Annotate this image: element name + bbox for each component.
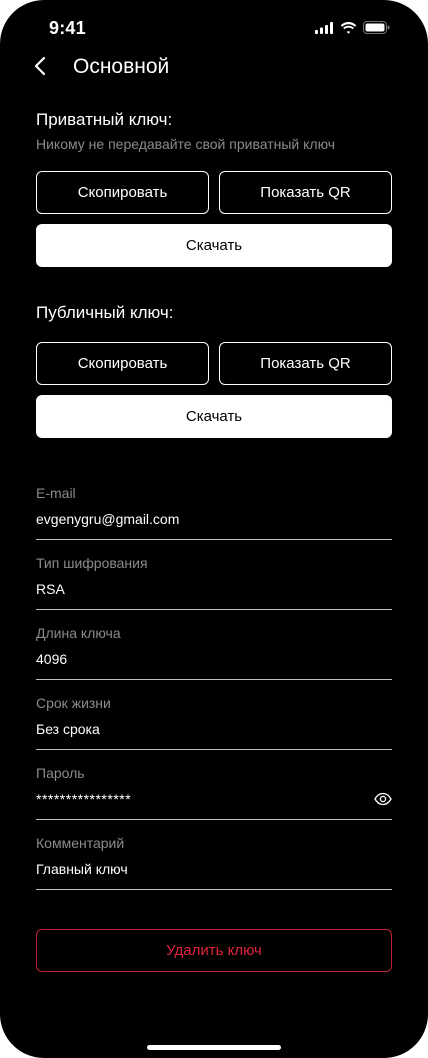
email-field[interactable]: E-mail evgenygru@gmail.com xyxy=(36,485,392,540)
private-copy-label: Скопировать xyxy=(77,184,168,201)
comment-field[interactable]: Комментарий Главный ключ xyxy=(36,835,392,890)
cellular-signal-icon xyxy=(315,21,334,34)
public-copy-button[interactable]: Скопировать xyxy=(36,342,209,385)
header: Основной xyxy=(0,50,428,86)
key-length-field[interactable]: Длина ключа 4096 xyxy=(36,625,392,680)
encryption-type-label: Тип шифрования xyxy=(36,555,148,571)
public-show-qr-button[interactable]: Показать QR xyxy=(219,342,392,385)
eye-icon[interactable] xyxy=(374,792,392,806)
home-indicator[interactable] xyxy=(147,1045,281,1050)
encryption-type-field[interactable]: Тип шифрования RSA xyxy=(36,555,392,610)
private-download-button[interactable]: Скачать xyxy=(36,224,392,267)
comment-value: Главный ключ xyxy=(36,861,128,877)
page-title: Основной xyxy=(73,55,170,78)
phone-screen: 9:41 Основной Приватный ключ: Никому не … xyxy=(0,0,428,1058)
email-value: evgenygru@gmail.com xyxy=(36,511,180,527)
private-copy-button[interactable]: Скопировать xyxy=(36,171,209,214)
lifetime-value: Без срока xyxy=(36,721,100,737)
delete-key-label: Удалить ключ xyxy=(166,942,262,959)
password-value: **************** xyxy=(36,791,132,807)
wifi-icon xyxy=(340,21,357,34)
public-show-qr-label: Показать QR xyxy=(260,355,351,372)
public-download-label: Скачать xyxy=(185,408,243,425)
private-show-qr-button[interactable]: Показать QR xyxy=(219,171,392,214)
delete-key-button[interactable]: Удалить ключ xyxy=(36,929,392,972)
lifetime-label: Срок жизни xyxy=(36,695,111,711)
key-length-value: 4096 xyxy=(36,651,68,667)
public-copy-label: Скопировать xyxy=(77,355,168,372)
status-icons xyxy=(315,21,390,34)
chevron-left-icon xyxy=(34,56,46,81)
private-download-label: Скачать xyxy=(185,237,243,254)
public-download-button[interactable]: Скачать xyxy=(36,395,392,438)
private-key-title: Приватный ключ: xyxy=(36,110,173,129)
battery-icon xyxy=(363,21,390,34)
email-label: E-mail xyxy=(36,485,76,501)
private-show-qr-label: Показать QR xyxy=(260,184,351,201)
back-button[interactable] xyxy=(28,54,52,82)
lifetime-field[interactable]: Срок жизни Без срока xyxy=(36,695,392,750)
private-key-hint: Никому не передавайте свой приватный клю… xyxy=(36,136,336,152)
status-time: 9:41 xyxy=(49,18,86,38)
password-label: Пароль xyxy=(36,765,85,781)
key-length-label: Длина ключа xyxy=(36,625,121,641)
public-key-title: Публичный ключ: xyxy=(36,303,174,322)
status-bar: 9:41 xyxy=(0,0,428,56)
comment-label: Комментарий xyxy=(36,835,125,851)
password-field[interactable]: Пароль **************** xyxy=(36,765,392,820)
encryption-type-value: RSA xyxy=(36,581,65,597)
